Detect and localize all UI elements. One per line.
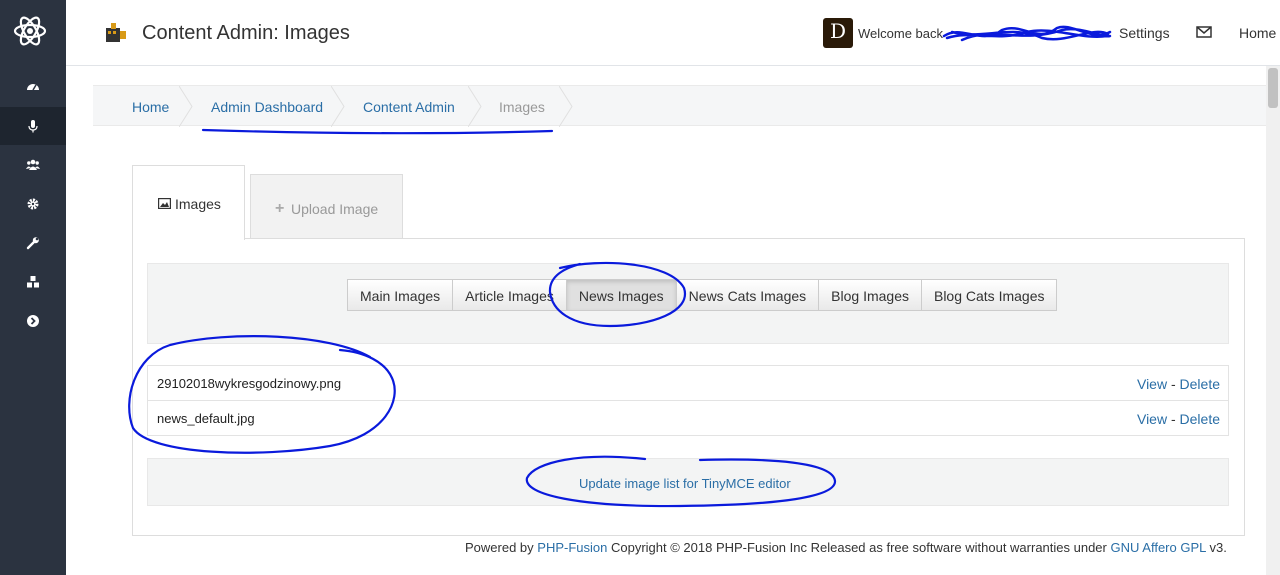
microphone-icon: [28, 120, 38, 133]
home-link[interactable]: Home: [1239, 25, 1276, 41]
breadcrumb-images: Images: [499, 99, 545, 115]
list-item: news_default.jpg View - Delete: [147, 400, 1229, 436]
folder-main-images[interactable]: Main Images: [347, 279, 454, 311]
view-link[interactable]: View: [1137, 411, 1167, 427]
footer-copyright: Copyright © 2018 PHP-Fusion Inc Released…: [610, 540, 1107, 555]
breadcrumb: Home Admin Dashboard Content Admin Image…: [93, 85, 1266, 127]
breadcrumb-separator: [331, 86, 345, 127]
atom-logo-icon[interactable]: [12, 13, 48, 49]
view-link[interactable]: View: [1137, 376, 1167, 392]
cubes-icon: [27, 276, 39, 288]
delete-link[interactable]: Delete: [1180, 411, 1220, 427]
wrench-icon: [26, 237, 39, 250]
sidebar: [0, 0, 66, 575]
footer-version: v3.: [1209, 540, 1227, 555]
gear-icon: [27, 198, 39, 210]
action-separator: -: [1170, 411, 1180, 427]
breadcrumb-separator: [179, 86, 193, 127]
sidebar-item-infusions[interactable]: [0, 263, 66, 301]
envelope-icon[interactable]: [1196, 25, 1212, 39]
avatar[interactable]: D: [823, 18, 853, 48]
image-icon: [158, 198, 171, 209]
breadcrumb-home[interactable]: Home: [132, 99, 169, 115]
plus-icon: +: [275, 200, 285, 217]
list-item: 29102018wykresgodzinowy.png View - Delet…: [147, 365, 1229, 401]
breadcrumb-content-admin[interactable]: Content Admin: [363, 99, 455, 115]
tab-upload-image[interactable]: + Upload Image: [250, 174, 403, 239]
breadcrumb-separator: [559, 86, 573, 127]
settings-link[interactable]: Settings: [1119, 25, 1170, 41]
footer-powered-by: Powered by: [465, 540, 534, 555]
license-link[interactable]: GNU Affero GPL: [1111, 540, 1206, 555]
tab-images[interactable]: Images: [132, 165, 245, 240]
folder-blog-images[interactable]: Blog Images: [818, 279, 922, 311]
folder-button-group: Main Images Article Images News Images N…: [347, 279, 1058, 311]
file-list: 29102018wykresgodzinowy.png View - Delet…: [147, 365, 1229, 436]
file-name: news_default.jpg: [157, 411, 255, 426]
folder-article-images[interactable]: Article Images: [452, 279, 567, 311]
sidebar-item-dashboard[interactable]: [0, 68, 66, 106]
file-actions: View - Delete: [1137, 376, 1220, 392]
folder-news-images[interactable]: News Images: [565, 279, 677, 311]
folder-blog-cats-images[interactable]: Blog Cats Images: [920, 279, 1058, 311]
redacted-username: [942, 25, 1112, 42]
film-camera-icon: [106, 23, 126, 42]
sidebar-item-more[interactable]: [0, 302, 66, 340]
update-well: Update image list for TinyMCE editor: [147, 458, 1229, 506]
sidebar-item-content[interactable]: [0, 107, 66, 145]
action-separator: -: [1170, 376, 1180, 392]
file-actions: View - Delete: [1137, 411, 1220, 427]
footer: Powered by PHP-Fusion Copyright © 2018 P…: [465, 540, 1227, 555]
page-title: Content Admin: Images: [142, 22, 350, 44]
delete-link[interactable]: Delete: [1180, 376, 1220, 392]
chevron-circle-right-icon: [27, 315, 39, 327]
top-header: Content Admin: Images D Welcome back Set…: [66, 0, 1280, 66]
tab-upload-label: Upload Image: [291, 201, 379, 217]
tab-images-label: Images: [175, 196, 221, 212]
folder-news-cats-images[interactable]: News Cats Images: [675, 279, 820, 311]
breadcrumb-separator: [468, 86, 482, 127]
php-fusion-link[interactable]: PHP-Fusion: [537, 540, 607, 555]
sidebar-item-system[interactable]: [0, 185, 66, 223]
welcome-text: Welcome back: [858, 26, 944, 41]
users-icon: [26, 159, 40, 170]
sidebar-item-tools[interactable]: [0, 224, 66, 262]
update-image-list-link[interactable]: Update image list for TinyMCE editor: [579, 476, 791, 491]
file-name: 29102018wykresgodzinowy.png: [157, 376, 342, 391]
sidebar-item-users[interactable]: [0, 146, 66, 184]
scrollbar-thumb[interactable]: [1268, 68, 1278, 108]
ink-underline-breadcrumb: [201, 128, 554, 135]
dashboard-icon: [27, 84, 39, 91]
scrollbar[interactable]: [1266, 66, 1280, 575]
breadcrumb-admin-dashboard[interactable]: Admin Dashboard: [211, 99, 323, 115]
